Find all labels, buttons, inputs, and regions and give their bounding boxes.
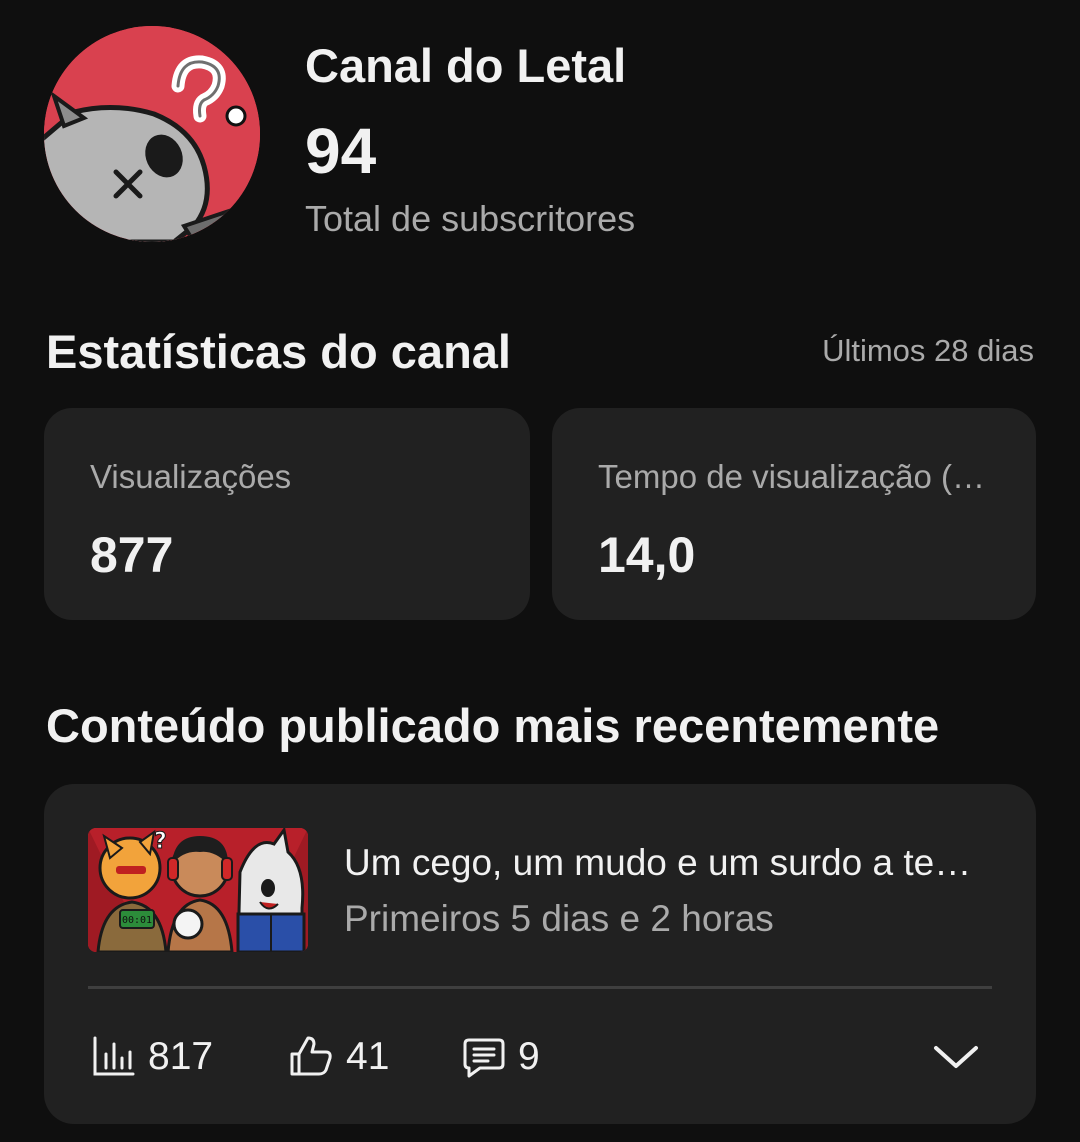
video-title[interactable]: Um cego, um mudo e um surdo a te… xyxy=(344,842,992,884)
thumbnail-illustration: 00:01 ? xyxy=(88,828,308,952)
thumbs-up-icon xyxy=(290,1036,332,1076)
video-comments-metric: 9 xyxy=(460,1032,540,1082)
channel-name: Canal do Letal xyxy=(305,39,627,92)
stats-period-label: Últimos 28 dias xyxy=(822,333,1034,368)
avatar-illustration xyxy=(44,26,260,242)
video-likes-count: 41 xyxy=(346,1035,390,1078)
stat-card-views[interactable]: Visualizações 877 xyxy=(44,408,530,620)
video-comments-count: 9 xyxy=(518,1035,540,1078)
subscriber-count: 94 xyxy=(305,115,377,187)
thumbnail-timer-text: 00:01 xyxy=(122,915,152,926)
expand-button[interactable] xyxy=(930,1036,982,1078)
stat-value: 877 xyxy=(90,527,174,583)
recent-video-card[interactable]: 00:01 ? Um cego, um mudo e um surdo a te… xyxy=(44,784,1036,1124)
stat-value: 14,0 xyxy=(598,527,696,583)
subscriber-label: Total de subscritores xyxy=(305,198,636,239)
stat-label: Visualizações xyxy=(90,458,292,495)
card-divider xyxy=(88,986,992,989)
stat-card-watch-time[interactable]: Tempo de visualização (… 14,0 xyxy=(552,408,1036,620)
video-period: Primeiros 5 dias e 2 horas xyxy=(344,898,774,939)
video-views-count: 817 xyxy=(148,1035,214,1078)
channel-header: Canal do Letal 94 Total de subscritores xyxy=(44,26,1044,246)
stat-label: Tempo de visualização (… xyxy=(598,458,986,495)
channel-avatar[interactable] xyxy=(44,26,260,242)
video-thumbnail[interactable]: 00:01 ? xyxy=(88,828,308,952)
chevron-down-icon xyxy=(934,1046,978,1068)
comment-icon xyxy=(463,1038,505,1078)
bar-chart-icon xyxy=(93,1036,135,1076)
video-likes-metric: 41 xyxy=(288,1032,389,1082)
recent-content-title: Conteúdo publicado mais recentemente xyxy=(46,699,940,752)
video-views-metric: 817 xyxy=(90,1032,213,1082)
svg-text:?: ? xyxy=(154,829,167,854)
stats-section-title: Estatísticas do canal xyxy=(46,325,511,378)
